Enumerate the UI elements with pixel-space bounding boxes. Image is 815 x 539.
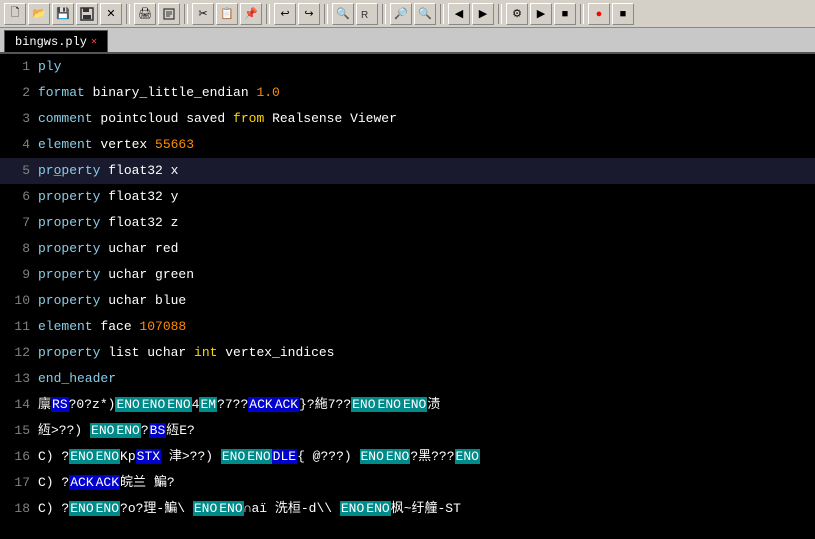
line-num-6: 6 [0,184,38,210]
tab-bar: bingws.ply ✕ [0,28,815,54]
line-num-13: 13 [0,366,38,392]
line-8: 8 property uchar red [0,236,815,262]
sep1 [126,4,130,24]
editor[interactable]: 1 ply 2 format binary_little_endian 1.0 … [0,54,815,539]
line-num-12: 12 [0,340,38,366]
tab-bingws-ply[interactable]: bingws.ply ✕ [4,30,108,52]
run-button[interactable]: ▶ [530,3,552,25]
line-num-2: 2 [0,80,38,106]
line-num-11: 11 [0,314,38,340]
line-content-3: comment pointcloud saved from Realsense … [38,106,397,132]
line-content-10: property uchar blue [38,288,186,314]
print-preview-button[interactable] [158,3,180,25]
tab-close-icon[interactable]: ✕ [91,36,97,48]
line-content-12: property list uchar int vertex_indices [38,340,334,366]
line-content-18: C) ?ENOENO?o?理-鯿\ ENOENO∩aï 洗桓-d\\ ENOEN… [38,496,461,522]
line-15: 15 絚>??) ENOENO?BS絚E? [0,418,815,444]
line-17: 17 C) ?ACKACK皖兰 鯿? [0,470,815,496]
line-2: 2 format binary_little_endian 1.0 [0,80,815,106]
line-content-8: property uchar red [38,236,178,262]
new-button[interactable]: 🗋 [4,3,26,25]
line-content-4: element vertex 55663 [38,132,194,158]
sep3 [266,4,270,24]
line-7: 7 property float32 z [0,210,815,236]
line-1: 1 ply [0,54,815,80]
line-num-4: 4 [0,132,38,158]
line-content-2: format binary_little_endian 1.0 [38,80,280,106]
line-14: 14 廪RS?0?z*)ENOENOENO4EM?7??ACKACK}?絁7??… [0,392,815,418]
line-content-16: C) ?ENOENOKpSTX 津>??) ENOENODLE{ @???) E… [38,444,480,470]
sep7 [498,4,502,24]
line-12: 12 property list uchar int vertex_indice… [0,340,815,366]
print-button[interactable]: 🖨 [134,3,156,25]
line-4: 4 element vertex 55663 [0,132,815,158]
line-6: 6 property float32 y [0,184,815,210]
line-content-5: property float32 x [38,158,178,184]
line-num-10: 10 [0,288,38,314]
line-num-17: 17 [0,470,38,496]
line-num-8: 8 [0,236,38,262]
save-all-button[interactable] [76,3,98,25]
toolbar: 🗋 📂 💾 ✕ 🖨 ✂ 📋 📌 ↩ ↪ 🔍 R 🔎 🔍 ◀ ▶ ⚙ ▶ ■ ● … [0,0,815,28]
line-num-5: 5 [0,158,38,184]
tab-label: bingws.ply [15,35,87,49]
undo-button[interactable]: ↩ [274,3,296,25]
prev-button[interactable]: ◀ [448,3,470,25]
line-content-6: property float32 y [38,184,178,210]
svg-text:R: R [361,10,368,21]
line-num-18: 18 [0,496,38,522]
settings-button[interactable]: ⚙ [506,3,528,25]
line-content-1: ply [38,54,61,80]
line-content-17: C) ?ACKACK皖兰 鯿? [38,470,175,496]
stop-record-button[interactable]: ■ [612,3,634,25]
replace-button[interactable]: R [356,3,378,25]
open-button[interactable]: 📂 [28,3,50,25]
sep2 [184,4,188,24]
line-content-11: element face 107088 [38,314,186,340]
line-num-3: 3 [0,106,38,132]
line-content-7: property float32 z [38,210,178,236]
line-content-13: end_header [38,366,116,392]
close-button[interactable]: ✕ [100,3,122,25]
stop-button[interactable]: ■ [554,3,576,25]
save-button[interactable]: 💾 [52,3,74,25]
next-button[interactable]: ▶ [472,3,494,25]
line-num-14: 14 [0,392,38,418]
line-num-16: 16 [0,444,38,470]
line-content-9: property uchar green [38,262,194,288]
line-num-9: 9 [0,262,38,288]
line-13: 13 end_header [0,366,815,392]
line-18: 18 C) ?ENOENO?o?理-鯿\ ENOENO∩aï 洗桓-d\\ EN… [0,496,815,522]
line-10: 10 property uchar blue [0,288,815,314]
line-3: 3 comment pointcloud saved from Realsens… [0,106,815,132]
find-button[interactable]: 🔍 [332,3,354,25]
copy-button[interactable]: 📋 [216,3,238,25]
record-button[interactable]: ● [588,3,610,25]
cut-button[interactable]: ✂ [192,3,214,25]
redo-button[interactable]: ↪ [298,3,320,25]
zoom-out-button[interactable]: 🔍 [414,3,436,25]
line-16: 16 C) ?ENOENOKpSTX 津>??) ENOENODLE{ @???… [0,444,815,470]
zoom-in-button[interactable]: 🔎 [390,3,412,25]
line-5: 5 property float32 x [0,158,815,184]
sep5 [382,4,386,24]
line-content-14: 廪RS?0?z*)ENOENOENO4EM?7??ACKACK}?絁7??ENO… [38,392,440,418]
line-9: 9 property uchar green [0,262,815,288]
sep6 [440,4,444,24]
line-num-1: 1 [0,54,38,80]
line-num-15: 15 [0,418,38,444]
sep8 [580,4,584,24]
line-11: 11 element face 107088 [0,314,815,340]
line-content-15: 絚>??) ENOENO?BS絚E? [38,418,195,444]
sep4 [324,4,328,24]
paste-button[interactable]: 📌 [240,3,262,25]
line-num-7: 7 [0,210,38,236]
